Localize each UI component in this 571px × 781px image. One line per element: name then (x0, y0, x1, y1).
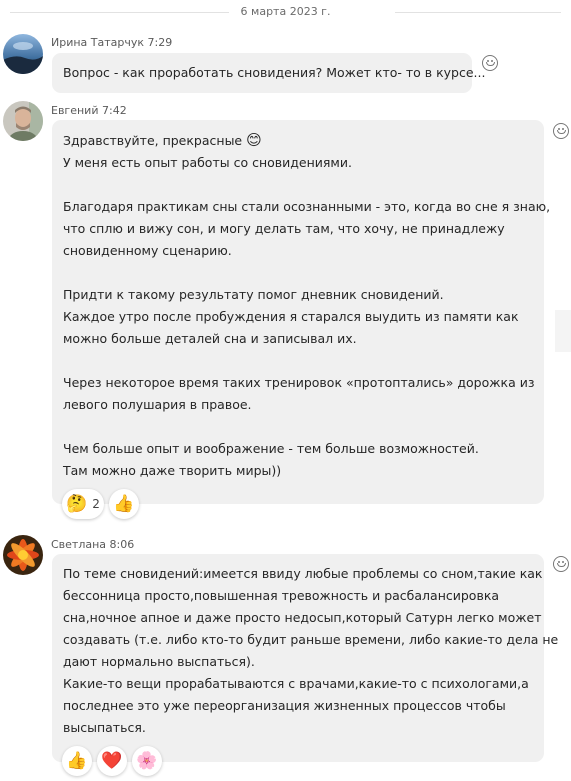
avatar-evgeniy[interactable] (3, 101, 43, 141)
message-line-10 (63, 350, 533, 372)
thumbs-up-emoji-icon: 👍 (66, 751, 88, 771)
thumbs-up-emoji-icon: 👍 (113, 494, 135, 514)
message-line-14: Чем больше опыт и воображение - тем боль… (63, 441, 479, 456)
message-text: Вопрос - как проработать сновидения? Мож… (63, 65, 486, 80)
add-reaction-icon[interactable] (553, 556, 569, 572)
scrollbar[interactable] (555, 310, 571, 352)
message-line-0: Здравствуйте, прекрасные 😊 (63, 129, 533, 152)
reaction-thumbs-up[interactable]: 👍 (109, 489, 139, 519)
sender-name: Евгений (51, 104, 99, 117)
blossom-emoji-icon: 🌸 (136, 751, 158, 771)
reaction-thumbs-up[interactable]: 👍 (62, 746, 92, 776)
sender-name: Светлана (51, 538, 107, 551)
message-line-1: У меня есть опыт работы со сновидениями. (63, 155, 352, 170)
message-line-0: По теме сновидений:имеется ввиду любые п… (63, 566, 543, 581)
smile-emoji-icon: 😊 (246, 131, 262, 149)
message-line-4: дают нормально выспаться). (63, 654, 255, 669)
message-line-5: Какие-то вещи прорабатываются с врачами,… (63, 676, 529, 691)
reaction-blossom[interactable]: 🌸 (132, 746, 162, 776)
message-line-4: что сплю и вижу сон, и могу делать там, … (63, 221, 505, 236)
reaction-heart[interactable]: ❤️ (97, 746, 127, 776)
message-line-3: создавать (т.е. либо кто-то будит раньше… (63, 632, 559, 647)
message-bubble[interactable]: По теме сновидений:имеется ввиду любые п… (52, 554, 559, 762)
thinking-emoji-icon: 🤔 (66, 494, 88, 514)
sender-header: Светлана 8:06 (51, 538, 134, 551)
message-line-15: Там можно даже творить миры)) (63, 463, 282, 478)
message-line-8: Каждое утро после пробуждения я старался… (63, 309, 519, 324)
message-line-13 (63, 416, 533, 438)
message-bubble[interactable]: Вопрос - как проработать сновидения? Мож… (52, 53, 486, 93)
reaction-thinking[interactable]: 🤔 2 (62, 489, 104, 519)
message-line-11: Через некоторое время таких тренировок «… (63, 375, 535, 390)
add-reaction-icon[interactable] (553, 123, 569, 139)
message-line-2 (63, 174, 533, 196)
heart-emoji-icon: ❤️ (101, 751, 123, 771)
sender-name: Ирина Татарчук (51, 36, 145, 49)
message-time: 7:42 (101, 104, 127, 117)
message-time: 7:29 (147, 36, 173, 49)
message-line-2: сна,ночное апное и даже просто недосып,к… (63, 610, 542, 625)
message-line-9: можно больше деталей сна и записывал их. (63, 331, 357, 346)
date-divider: 6 марта 2023 г. (0, 0, 571, 24)
message-bubble[interactable]: Здравствуйте, прекрасные 😊 У меня есть о… (52, 120, 551, 504)
reaction-count: 2 (92, 497, 100, 511)
message-line-3: Благодаря практикам сны стали осознанным… (63, 199, 551, 214)
add-reaction-icon[interactable] (482, 55, 498, 71)
message-line-7: высыпаться. (63, 720, 146, 735)
message-time: 8:06 (109, 538, 135, 551)
message-line-12: левого полушария в правое. (63, 397, 252, 412)
avatar-svetlana[interactable] (3, 535, 43, 575)
message-line-6 (63, 262, 533, 284)
sender-header: Евгений 7:42 (51, 104, 127, 117)
message-line-1: бессонница просто,повышенная тревожность… (63, 588, 500, 603)
message-text: Здравствуйте, прекрасные (63, 133, 243, 148)
message-line-5: сновиденному сценарию. (63, 243, 232, 258)
message-line-6: последнее это уже переорганизация жизнен… (63, 698, 506, 713)
sender-header: Ирина Татарчук 7:29 (51, 36, 172, 49)
date-label: 6 марта 2023 г. (228, 5, 343, 18)
avatar-irina[interactable] (3, 34, 43, 74)
message-line-7: Придти к такому результату помог дневник… (63, 287, 444, 302)
